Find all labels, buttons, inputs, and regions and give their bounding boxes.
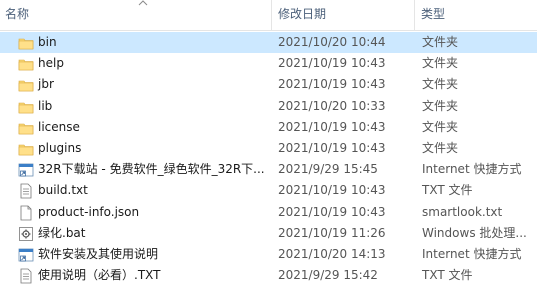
file-type: 文件夹: [422, 35, 459, 49]
folder-icon: [18, 35, 34, 51]
folder-icon: [18, 77, 34, 93]
file-name: license: [38, 119, 80, 134]
file-date-modified: 2021/9/29 15:42: [278, 268, 378, 283]
file-row[interactable]: 软件安装及其使用说明 2021/10/20 14:13 Internet 快捷方式: [0, 244, 537, 265]
text-file-icon: [18, 183, 34, 199]
file-name: help: [38, 56, 64, 71]
column-header-bar: 名称 修改日期 类型: [0, 0, 537, 31]
file-date-modified: 2021/10/20 14:13: [278, 246, 386, 261]
file-type: 文件夹: [422, 140, 459, 155]
folder-icon: [18, 56, 34, 72]
internet-shortcut-icon: [18, 162, 34, 178]
file-row[interactable]: plugins 2021/10/19 10:43 文件夹: [0, 138, 537, 159]
column-header-name[interactable]: 名称: [0, 0, 270, 30]
file-row[interactable]: lib 2021/10/20 10:33 文件夹: [0, 96, 537, 117]
file-list: bin 2021/10/20 10:44 文件夹 help 2021/10/19 10:…: [0, 32, 537, 286]
file-type: 文件夹: [422, 119, 459, 134]
file-type: Internet 快捷方式: [422, 246, 522, 261]
column-divider[interactable]: [414, 0, 415, 30]
file-name: 绿化.bat: [38, 225, 86, 240]
file-name: 32R下载站 - 免费软件_绿色软件_32R下...: [38, 162, 265, 177]
file-date-modified: 2021/10/20 10:33: [278, 98, 386, 113]
file-type: 文件夹: [422, 56, 459, 71]
file-type: 文件夹: [422, 77, 459, 92]
file-row[interactable]: bin 2021/10/20 10:44 文件夹: [0, 32, 537, 54]
file-date-modified: 2021/10/19 10:43: [278, 77, 386, 92]
file-date-modified: 2021/10/19 10:43: [278, 140, 386, 155]
file-date-modified: 2021/10/19 10:43: [278, 204, 386, 219]
column-header-type[interactable]: 类型: [416, 0, 537, 30]
file-row[interactable]: build.txt 2021/10/19 10:43 TXT 文件: [0, 180, 537, 201]
file-type: Internet 快捷方式: [422, 162, 522, 177]
text-file-icon: [18, 268, 34, 284]
internet-shortcut-icon: [18, 247, 34, 263]
file-row[interactable]: help 2021/10/19 10:43 文件夹: [0, 53, 537, 74]
file-row[interactable]: product-info.json 2021/10/19 10:43 smartlo…: [0, 202, 537, 223]
file-name: 软件安装及其使用说明: [38, 246, 159, 261]
folder-icon: [18, 141, 34, 157]
file-type: smartlook.txt: [422, 204, 503, 219]
file-type: Windows 批处理...: [422, 225, 527, 240]
file-type: TXT 文件: [422, 268, 473, 283]
file-name: bin: [38, 35, 57, 49]
file-row[interactable]: 使用说明（必看）.TXT 2021/9/29 15:42 TXT 文件: [0, 265, 537, 286]
file-type: TXT 文件: [422, 183, 473, 198]
file-name: product-info.json: [38, 204, 140, 219]
file-row[interactable]: license 2021/10/19 10:43 文件夹: [0, 117, 537, 138]
folder-icon: [18, 99, 34, 115]
file-name: 使用说明（必看）.TXT: [38, 268, 161, 283]
batch-file-icon: [18, 226, 34, 242]
file-name: lib: [38, 98, 53, 113]
file-row[interactable]: 32R下载站 - 免费软件_绿色软件_32R下... 2021/9/29 15:4…: [0, 159, 537, 180]
file-date-modified: 2021/10/19 11:26: [278, 225, 386, 240]
blank-file-icon: [18, 205, 34, 221]
file-name: jbr: [38, 77, 54, 92]
file-type: 文件夹: [422, 98, 459, 113]
column-header-date-modified[interactable]: 修改日期: [273, 0, 413, 30]
file-date-modified: 2021/10/20 10:44: [278, 35, 386, 49]
file-row[interactable]: jbr 2021/10/19 10:43 文件夹: [0, 74, 537, 95]
file-name: build.txt: [38, 183, 88, 198]
file-date-modified: 2021/10/19 10:43: [278, 56, 386, 71]
file-name: plugins: [38, 140, 82, 155]
file-date-modified: 2021/10/19 10:43: [278, 183, 386, 198]
file-row[interactable]: 绿化.bat 2021/10/19 11:26 Windows 批处理...: [0, 223, 537, 244]
file-date-modified: 2021/9/29 15:45: [278, 162, 378, 177]
folder-icon: [18, 120, 34, 136]
file-date-modified: 2021/10/19 10:43: [278, 119, 386, 134]
column-divider[interactable]: [271, 0, 272, 30]
